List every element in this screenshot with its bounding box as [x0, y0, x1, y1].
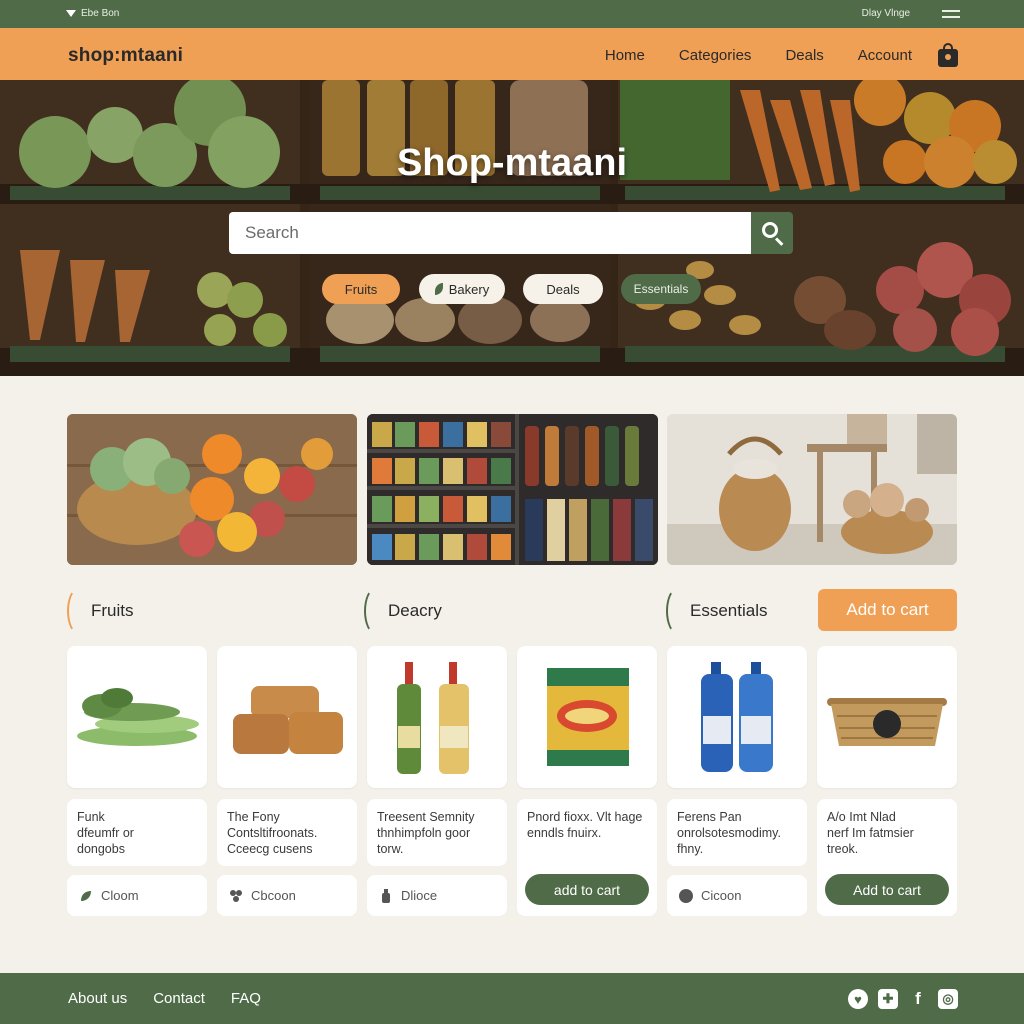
product-desc-6: A/o Imt Nlad nerf Im fatmsier treok. — [827, 810, 914, 856]
top-strip-left: Ebe Bon — [66, 8, 119, 19]
leaf-icon — [81, 890, 91, 901]
top-strip: Ebe Bon Dlay Vlnge — [0, 0, 1024, 28]
product-card-basket[interactable] — [817, 646, 957, 788]
hero-title: Shop-mtaani — [396, 142, 628, 184]
product-desc-1: Funk dfeumfr or dongobs — [67, 799, 207, 866]
product-desc-5: Ferens Pan onrolsotesmodimy. fhny. — [667, 799, 807, 866]
footer-links: About us Contact FAQ — [68, 990, 261, 1007]
chip-bakery[interactable]: Bakery — [419, 274, 505, 304]
circle-icon — [679, 888, 693, 903]
facebook-icon[interactable]: f — [908, 989, 928, 1009]
product-action-1[interactable]: Cloom — [67, 875, 207, 916]
wicker-basket-image — [827, 698, 947, 746]
nav-home[interactable]: Home — [605, 47, 645, 64]
chip-deals[interactable]: Deals — [523, 274, 603, 304]
footer-faq[interactable]: FAQ — [231, 990, 261, 1007]
add-to-cart-button[interactable]: add to cart — [525, 874, 649, 905]
product-action-5[interactable]: Cicoon — [667, 875, 807, 916]
product-desc-2: The Fony Contsltifroonats. Cceecg cusens — [217, 799, 357, 866]
add-to-cart-button-top[interactable]: Add to cart — [818, 589, 957, 631]
footer-contact[interactable]: Contact — [153, 990, 205, 1007]
dropdown-triangle-icon[interactable] — [66, 10, 76, 17]
main-nav: Home Categories Deals Account — [571, 47, 912, 64]
search-icon — [762, 222, 778, 238]
top-strip-right-text[interactable]: Dlay Vlnge — [862, 8, 910, 19]
footer-about[interactable]: About us — [68, 990, 127, 1007]
nav-deals[interactable]: Deals — [785, 47, 823, 64]
category-fruits[interactable]: Fruits — [67, 588, 134, 634]
top-strip-left-text: Ebe Bon — [81, 8, 120, 19]
arc-decoration-icon — [666, 588, 688, 634]
product-card-bread[interactable] — [217, 646, 357, 788]
bread-rolls-image — [233, 686, 343, 754]
cart-icon[interactable] — [938, 43, 958, 67]
bottle-icon — [382, 888, 390, 903]
product-card-drinks[interactable] — [367, 646, 507, 788]
top-strip-right: Dlay Vlnge — [862, 8, 960, 19]
product-action-3[interactable]: Dlioce — [367, 875, 507, 916]
site-logo[interactable]: shop:mtaani — [68, 45, 183, 67]
chip-fruits[interactable]: Fruits — [322, 274, 400, 304]
product-card-greens[interactable] — [67, 646, 207, 788]
arc-decoration-icon — [67, 588, 89, 634]
chip-essentials[interactable]: Essentials — [621, 274, 701, 304]
product-desc-4: Pnord fioxx. Vlt hage enndls fnuirx. — [527, 810, 643, 840]
nav-categories[interactable]: Categories — [679, 47, 752, 64]
product-desc-3: Treesent Semnity thnhimpfoln goor torw. — [367, 799, 507, 866]
flower-icon — [230, 889, 242, 902]
plus-icon[interactable]: ✚ — [878, 989, 898, 1009]
nav-account[interactable]: Account — [858, 47, 912, 64]
product-card-pantry-tin[interactable] — [517, 646, 657, 788]
green-beans-image — [77, 688, 199, 746]
site-header: shop:mtaani Home Categories Deals Accoun… — [0, 28, 1024, 80]
product-card-cleaning[interactable] — [667, 646, 807, 788]
leaf-icon — [434, 283, 443, 295]
site-footer: About us Contact FAQ ♥ ✚ f ◎ — [0, 973, 1024, 1024]
category-essentials[interactable]: Essentials — [666, 588, 767, 634]
juice-bottles-image — [397, 662, 469, 774]
hero-banner: Shop-mtaani Fruits Bakery Deals Essentia… — [0, 80, 1024, 376]
category-deacry[interactable]: Deacry — [364, 588, 442, 634]
heart-icon[interactable]: ♥ — [848, 989, 868, 1009]
food-tin-image — [547, 668, 629, 766]
footer-socials: ♥ ✚ f ◎ — [848, 989, 958, 1009]
menu-icon[interactable] — [942, 9, 960, 18]
search-input[interactable] — [229, 212, 751, 254]
product-card-4-detail: Pnord fioxx. Vlt hage enndls fnuirx. add… — [517, 799, 657, 916]
pantry-banner-image[interactable] — [367, 414, 658, 565]
essentials-banner-image[interactable] — [667, 414, 957, 565]
fruits-banner-image[interactable] — [67, 414, 357, 565]
instagram-icon[interactable]: ◎ — [938, 989, 958, 1009]
search-button[interactable] — [751, 212, 793, 254]
add-to-cart-button[interactable]: Add to cart — [825, 874, 949, 905]
product-action-2[interactable]: Cbcoon — [217, 875, 357, 916]
arc-decoration-icon — [364, 588, 386, 634]
product-card-6-detail: A/o Imt Nlad nerf Im fatmsier treok. Add… — [817, 799, 957, 916]
blue-bottles-image — [701, 662, 773, 772]
